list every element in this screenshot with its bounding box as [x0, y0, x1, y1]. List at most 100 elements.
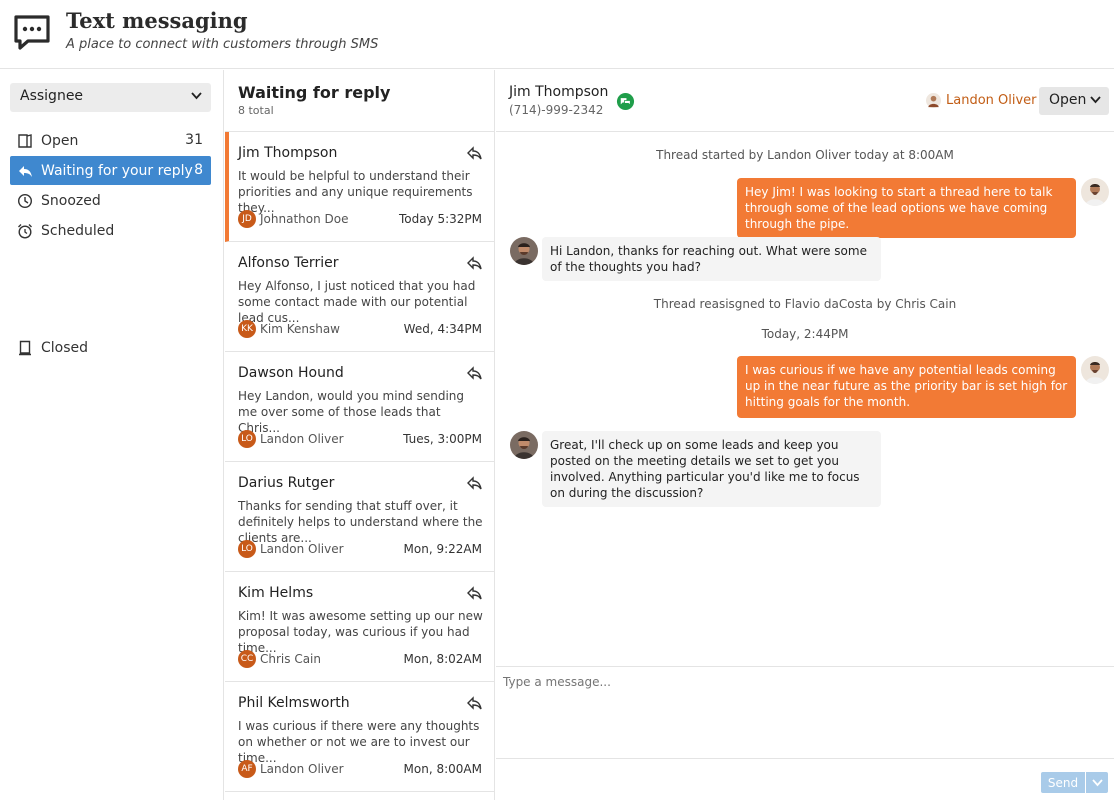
conversation-preview: Hey Landon, would you mind sending me ov… [238, 389, 465, 435]
chevron-down-icon [1091, 778, 1103, 786]
sidebar: Assignee Open 31 Waiting for your reply … [0, 70, 224, 800]
sidebar-item-count: 8 [194, 162, 203, 178]
conversation-assignee: AF Landon Oliver [238, 760, 344, 778]
conversation-preview: Kim! It was awesome setting up our new p… [238, 609, 483, 655]
message-thread: Jim Thompson (714)-999-2342 Landon Olive… [496, 70, 1114, 800]
owner-name: Landon Oliver [946, 93, 1037, 108]
conversation-time: Wed, 4:34PM [403, 322, 482, 336]
thread-owner[interactable]: Landon Oliver [926, 93, 1037, 108]
conversation-assignee: KK Kim Kenshaw [238, 320, 340, 338]
conversation-name: Alfonso Terrier [238, 255, 339, 271]
composer-toolbar: Send [496, 758, 1114, 800]
system-message: Thread started by Landon Oliver today at… [656, 148, 954, 162]
reply-icon [467, 586, 482, 600]
sidebar-item-label: Closed [41, 339, 89, 356]
conversation-time: Mon, 8:02AM [403, 652, 482, 666]
list-header: Waiting for reply 8 total [225, 70, 494, 132]
status-dropdown[interactable]: Open [1039, 87, 1109, 115]
avatar [1081, 356, 1109, 384]
reply-icon [467, 696, 482, 710]
sidebar-item-label: Waiting for your reply [41, 162, 193, 179]
status-label: Open [1049, 92, 1087, 108]
page-title: Text messaging [66, 8, 248, 33]
sidebar-item-label: Scheduled [41, 222, 115, 239]
conversation-item[interactable]: Jim Thompson It would be helpful to unde… [225, 132, 494, 242]
conversation-item[interactable]: Darius Rutger Thanks for sending that st… [225, 462, 494, 572]
conversation-name: Dawson Hound [238, 365, 344, 381]
contact-phone: (714)-999-2342 [509, 103, 604, 117]
conversation-preview: Thanks for sending that stuff over, it d… [238, 499, 483, 545]
sidebar-item-label: Open [41, 132, 79, 149]
assignee-name: Kim Kenshaw [260, 322, 340, 336]
conversation-item[interactable]: Alfonso Terrier Hey Alfonso, I just noti… [225, 242, 494, 352]
chat-bubble-icon [14, 15, 50, 50]
incoming-message: Hi Landon, thanks for reaching out. What… [542, 237, 881, 281]
inbox-icon [16, 132, 34, 150]
outgoing-message: Hey Jim! I was looking to start a thread… [737, 178, 1076, 238]
send-button[interactable]: Send [1041, 772, 1085, 793]
reply-icon [467, 366, 482, 380]
avatar [1081, 178, 1109, 206]
conversation-assignee: JD Johnathon Doe [238, 210, 348, 228]
clock-icon [16, 192, 34, 210]
bookmark-icon [16, 339, 34, 357]
avatar [926, 93, 941, 108]
reply-icon [16, 162, 34, 180]
sidebar-item-count: 31 [185, 132, 203, 148]
alarm-icon [16, 222, 34, 240]
page-subtitle: A place to connect with customers throug… [66, 37, 379, 52]
contact-name: Jim Thompson [509, 84, 609, 100]
assignee-initials: CC [238, 650, 256, 668]
incoming-message: Great, I'll check up on some leads and k… [542, 431, 881, 507]
sidebar-item-snoozed[interactable]: Snoozed [10, 186, 211, 215]
assignee-name: Landon Oliver [260, 432, 344, 446]
message-input[interactable] [496, 667, 1114, 759]
conversation-name: Kim Helms [238, 585, 314, 601]
reply-icon [467, 146, 482, 160]
assignee-name: Chris Cain [260, 652, 321, 666]
assignee-name: Landon Oliver [260, 542, 344, 556]
assignee-initials: LO [238, 540, 256, 558]
conversation-list: Waiting for reply 8 total Jim Thompson I… [225, 70, 495, 800]
assignee-name: Johnathon Doe [260, 212, 349, 226]
chevron-down-icon [191, 92, 202, 100]
conversation-item[interactable]: Dawson Hound Hey Landon, would you mind … [225, 352, 494, 462]
reply-icon [467, 476, 482, 490]
assignee-initials: KK [238, 320, 256, 338]
conversation-name: Phil Kelmsworth [238, 695, 350, 711]
conversation-time: Mon, 8:00AM [403, 762, 482, 776]
thread-header: Jim Thompson (714)-999-2342 Landon Olive… [496, 70, 1114, 132]
sidebar-item-label: Snoozed [41, 192, 101, 209]
reply-icon [467, 256, 482, 270]
sidebar-item-open[interactable]: Open 31 [10, 126, 211, 155]
avatar [510, 237, 538, 265]
app-header: Text messaging A place to connect with c… [0, 0, 1114, 69]
send-options-button[interactable] [1086, 772, 1108, 793]
assignee-dropdown-label: Assignee [20, 88, 84, 104]
conversation-item[interactable]: Kim Helms Kim! It was awesome setting up… [225, 572, 494, 682]
assignee-initials: LO [238, 430, 256, 448]
conversation-name: Jim Thompson [238, 145, 338, 161]
list-count: 8 total [238, 104, 274, 117]
conversation-time: Tues, 3:00PM [403, 432, 482, 446]
sms-chat-icon[interactable] [616, 92, 635, 111]
assignee-name: Landon Oliver [260, 762, 344, 776]
sidebar-item-scheduled[interactable]: Scheduled [10, 216, 211, 245]
sidebar-item-waiting[interactable]: Waiting for your reply 8 [10, 156, 211, 185]
conversation-preview: It would be helpful to understand their … [238, 169, 473, 215]
conversation-time: Mon, 9:22AM [403, 542, 482, 556]
sidebar-item-closed[interactable]: Closed [10, 333, 211, 362]
conversation-time: Today 5:32PM [398, 212, 482, 226]
assignee-dropdown[interactable]: Assignee [10, 83, 211, 112]
assignee-initials: AF [238, 760, 256, 778]
conversation-name: Darius Rutger [238, 475, 335, 491]
message-composer: Send [496, 666, 1114, 800]
conversation-preview: Hey Alfonso, I just noticed that you had… [238, 279, 476, 325]
system-timestamp: Today, 2:44PM [761, 327, 849, 341]
conversation-assignee: LO Landon Oliver [238, 540, 344, 558]
conversation-assignee: CC Chris Cain [238, 650, 321, 668]
conversation-item[interactable]: Phil Kelmsworth I was curious if there w… [225, 682, 494, 792]
assignee-initials: JD [238, 210, 256, 228]
system-message: Thread reasisgned to Flavio daCosta by C… [653, 297, 957, 311]
chevron-down-icon [1090, 96, 1101, 104]
